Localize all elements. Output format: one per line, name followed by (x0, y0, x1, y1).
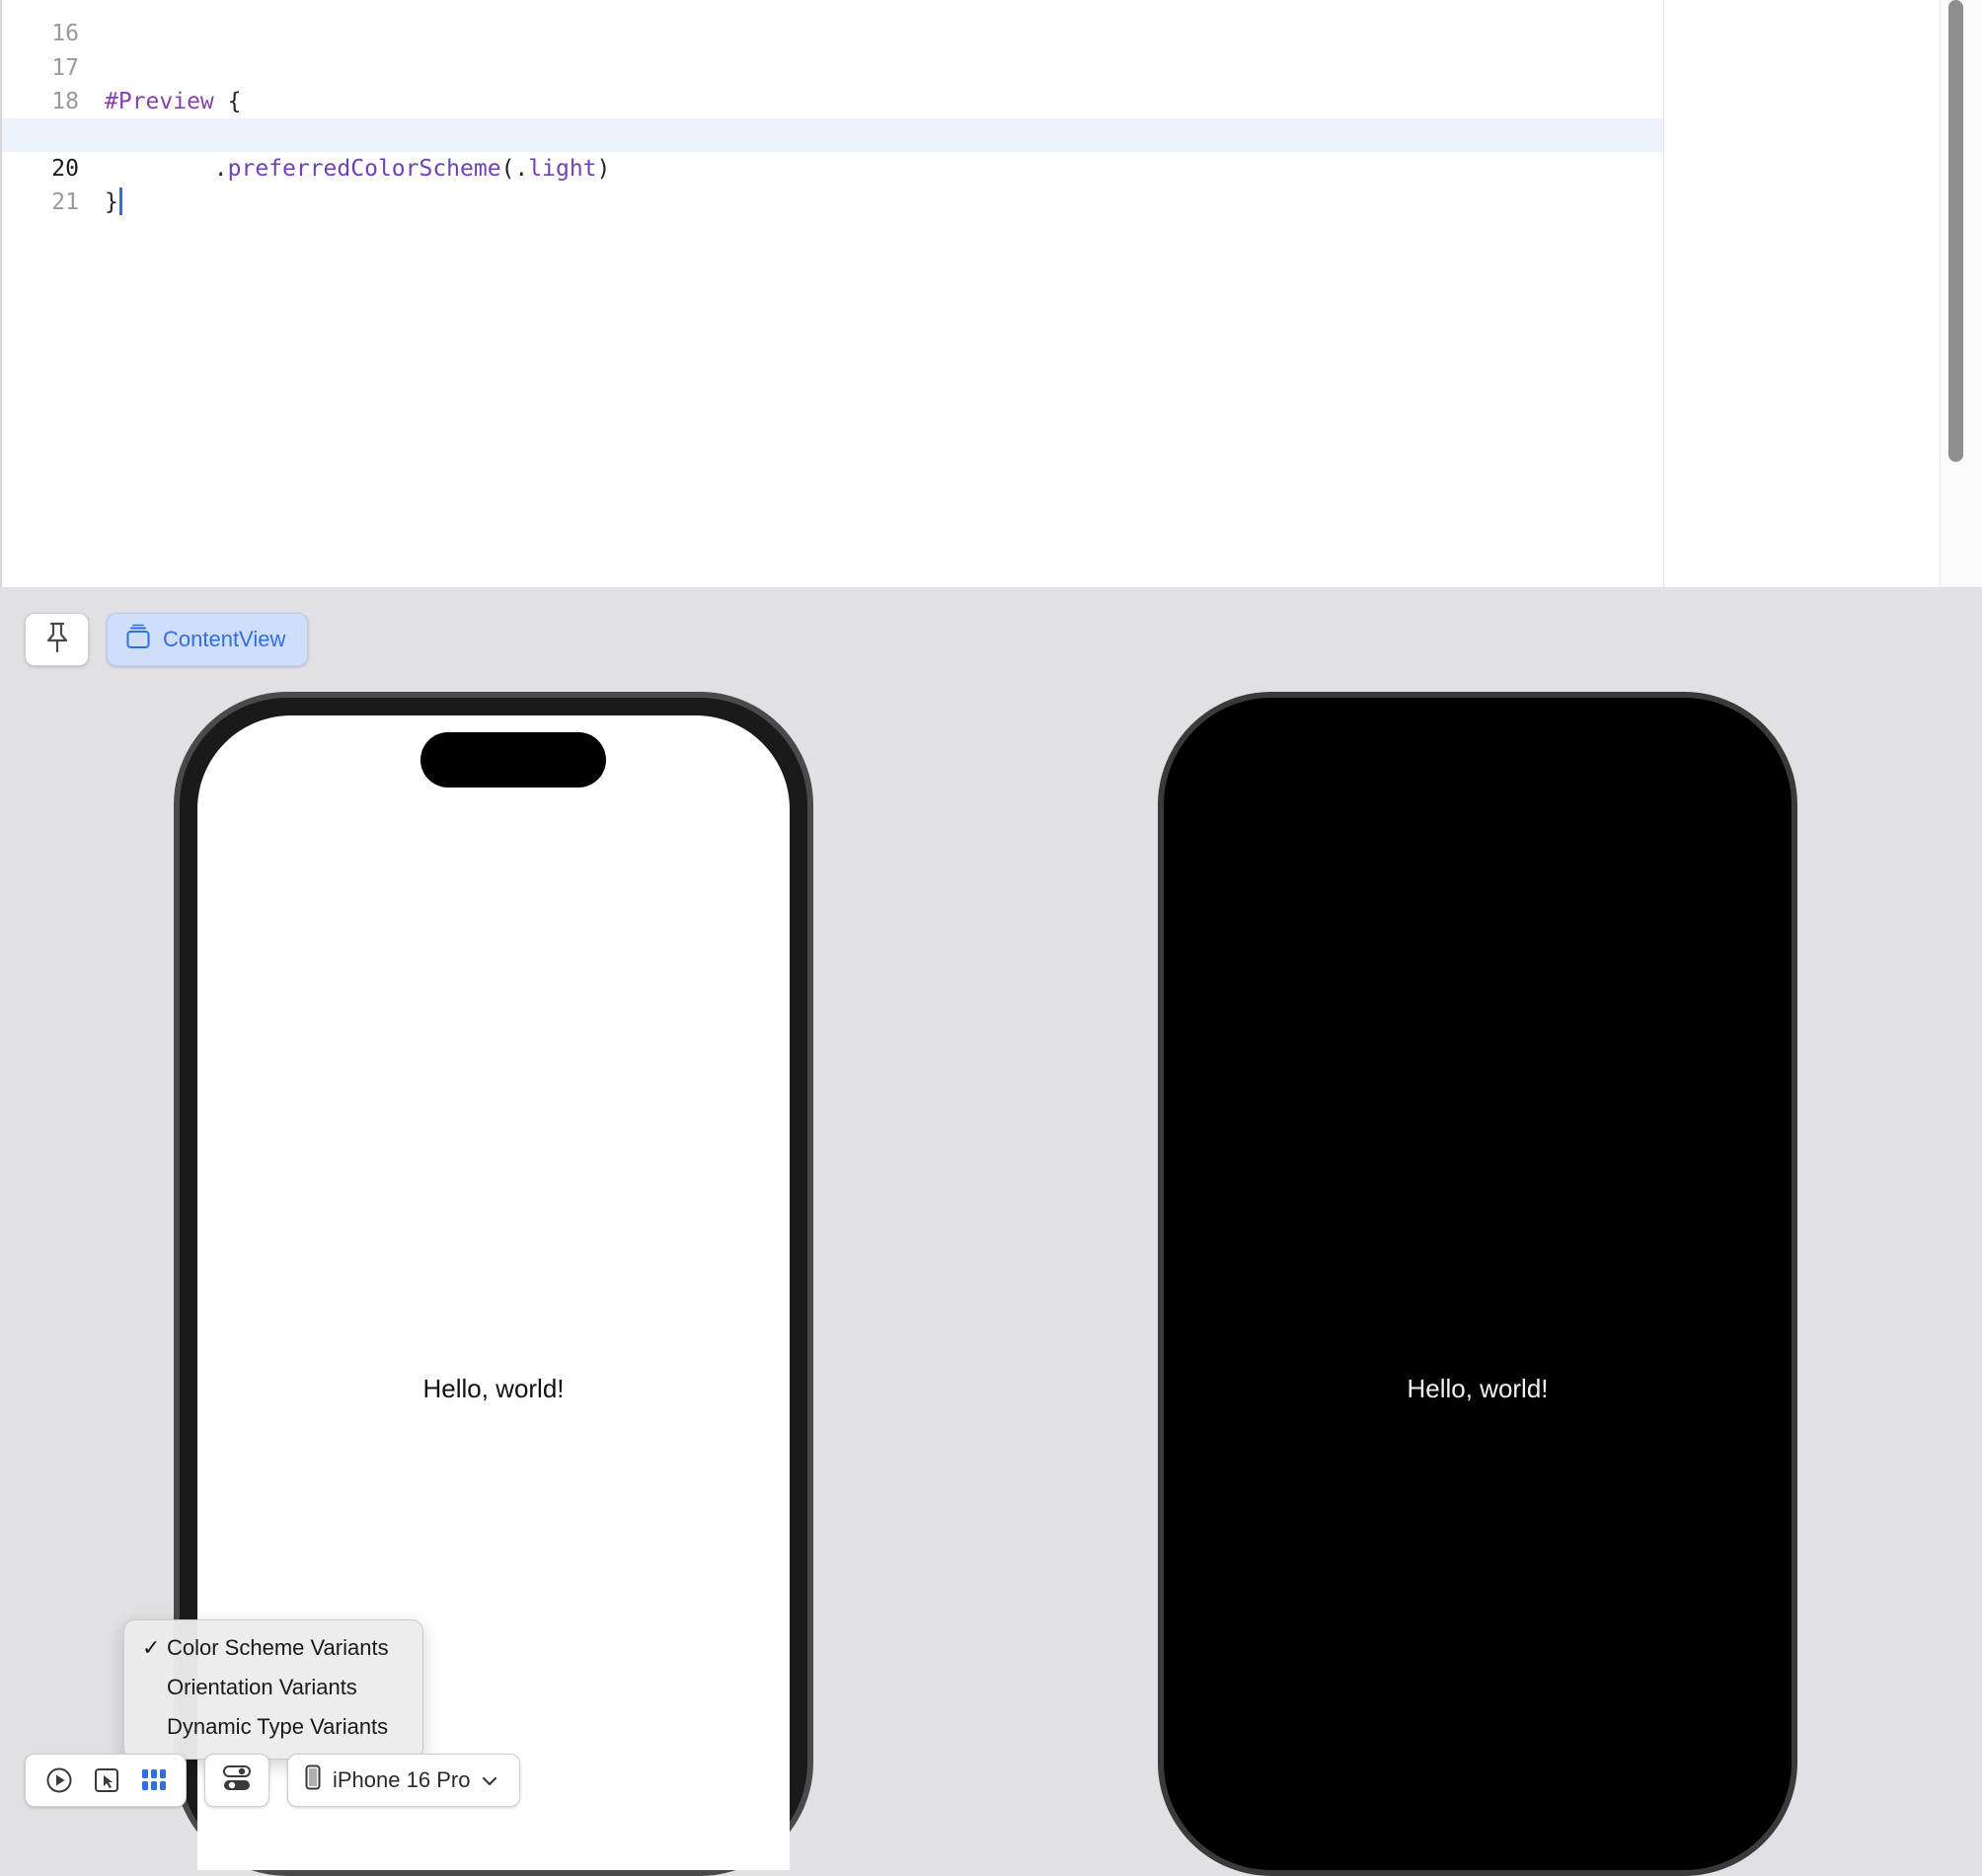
code-line[interactable]: 21 (2, 152, 1663, 215)
scrollbar-thumb[interactable] (1948, 0, 1963, 462)
pin-icon (44, 622, 70, 658)
hello-world-text: Hello, world! (1407, 1374, 1549, 1403)
variants-grid-icon[interactable] (137, 1763, 171, 1797)
code-line[interactable]: 18 ContentView() (2, 51, 1663, 148)
dynamic-island (420, 732, 606, 788)
menu-item-orientation-variants[interactable]: Orientation Variants (124, 1668, 422, 1707)
device-settings-button[interactable] (204, 1754, 269, 1807)
code-line[interactable]: 19 .preferredColorScheme(.light) (2, 85, 1663, 182)
chevron-down-icon (482, 1767, 497, 1793)
code-text: } (105, 186, 122, 219)
pin-preview-button[interactable] (25, 613, 89, 666)
code-editor[interactable]: 16 17 #Preview { 18 ContentView() 19 .pr… (0, 0, 1982, 587)
stack-icon (125, 624, 151, 655)
preview-selector-chip[interactable]: ContentView (107, 613, 308, 666)
play-icon[interactable] (42, 1763, 76, 1797)
menu-item-color-scheme-variants[interactable]: ✓ Color Scheme Variants (124, 1628, 422, 1668)
line-number: 21 (51, 189, 79, 215)
code-line-current[interactable]: 20 } (2, 118, 1663, 215)
code-line[interactable]: 16 (2, 0, 1663, 46)
variants-menu: ✓ Color Scheme Variants Orientation Vari… (123, 1619, 423, 1760)
menu-item-dynamic-type-variants[interactable]: Dynamic Type Variants (124, 1707, 422, 1747)
minimap-divider (1663, 0, 1664, 587)
device-picker-label: iPhone 16 Pro (333, 1767, 471, 1792)
preview-mode-group (25, 1754, 187, 1807)
code-line[interactable]: 17 #Preview { (2, 18, 1663, 114)
preview-device-dark[interactable]: Hello, world! (1158, 692, 1797, 1876)
menu-item-label: Orientation Variants (167, 1675, 357, 1699)
text-caret (118, 188, 122, 215)
select-icon[interactable] (90, 1763, 123, 1797)
preview-chip-label: ContentView (163, 627, 286, 651)
checkmark-icon: ✓ (142, 1635, 161, 1660)
device-settings-icon (222, 1763, 252, 1798)
device-icon (305, 1764, 321, 1796)
device-picker[interactable]: iPhone 16 Pro (287, 1754, 520, 1807)
hello-world-text: Hello, world! (422, 1374, 565, 1403)
menu-item-label: Color Scheme Variants (167, 1635, 389, 1660)
menu-item-label: Dynamic Type Variants (167, 1714, 389, 1739)
